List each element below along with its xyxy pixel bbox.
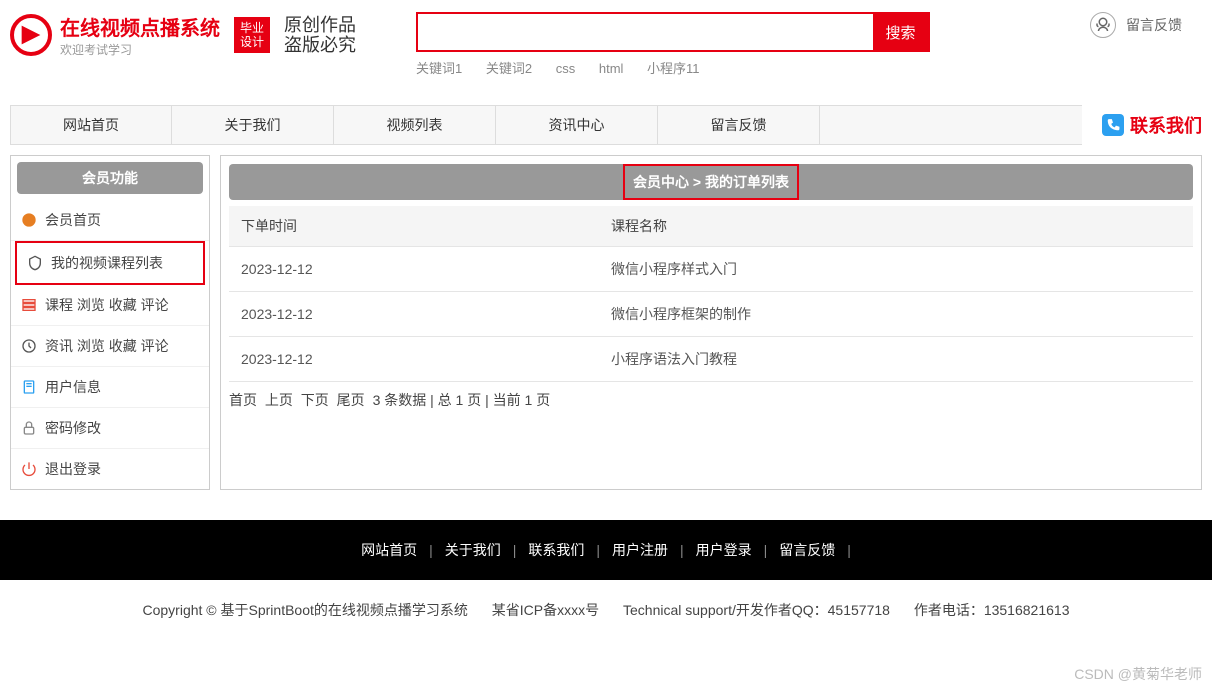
brush-line: 盗版必究 <box>284 35 356 55</box>
icp: 某省ICP备xxxx号 <box>492 602 599 618</box>
col-time: 下单时间 <box>229 206 599 247</box>
cell-name: 微信小程序框架的制作 <box>599 292 1193 337</box>
sidebar-item-3[interactable]: 资讯 浏览 收藏 评论 <box>11 326 209 367</box>
breadcrumb-page: 我的订单列表 <box>705 174 789 190</box>
badge: 毕业 设计 <box>234 17 270 53</box>
separator: | <box>423 542 439 558</box>
separator: | <box>674 542 690 558</box>
sidebar-item-0[interactable]: 会员首页 <box>11 200 209 241</box>
keyword-link[interactable]: css <box>556 61 576 76</box>
brush-line: 原创作品 <box>284 15 356 35</box>
keyword-link[interactable]: html <box>599 61 624 76</box>
sidebar-item-2[interactable]: 课程 浏览 收藏 评论 <box>11 285 209 326</box>
pager-info: 3 条数据 | 总 1 页 | 当前 1 页 <box>373 392 551 408</box>
pager-next[interactable]: 下页 <box>301 392 329 408</box>
shield-icon <box>27 255 43 271</box>
separator: | <box>758 542 774 558</box>
separator: | <box>841 542 857 558</box>
footer-link[interactable]: 用户登录 <box>690 542 758 558</box>
phone-icon <box>1102 114 1124 136</box>
order-table: 下单时间 课程名称 2023-12-12微信小程序样式入门2023-12-12微… <box>229 206 1193 382</box>
pager: 首页 上页 下页 尾页 3 条数据 | 总 1 页 | 当前 1 页 <box>229 382 1193 418</box>
copyright-text: Copyright © 基于SprintBoot的在线视频点播学习系统 <box>143 602 468 618</box>
sidebar-item-label: 用户信息 <box>45 377 101 397</box>
contact-us[interactable]: 联系我们 <box>1102 112 1202 138</box>
separator: | <box>590 542 606 558</box>
footer-link[interactable]: 用户注册 <box>606 542 674 558</box>
cell-name: 微信小程序样式入门 <box>599 247 1193 292</box>
separator: | <box>507 542 523 558</box>
breadcrumb: 会员中心 > 我的订单列表 <box>229 164 1193 200</box>
sidebar-item-label: 会员首页 <box>45 210 101 230</box>
tech-support: Technical support/开发作者QQ：45157718 <box>623 602 890 618</box>
sidebar-title: 会员功能 <box>17 162 203 194</box>
sidebar-item-1[interactable]: 我的视频课程列表 <box>15 241 205 285</box>
sidebar-item-6[interactable]: 退出登录 <box>11 449 209 489</box>
cell-time: 2023-12-12 <box>229 247 599 292</box>
footer-link[interactable]: 留言反馈 <box>773 542 841 558</box>
sidebar-item-4[interactable]: 用户信息 <box>11 367 209 408</box>
sidebar-item-label: 我的视频课程列表 <box>51 253 163 273</box>
sidebar-item-label: 课程 浏览 收藏 评论 <box>45 295 169 315</box>
pager-first[interactable]: 首页 <box>229 392 257 408</box>
table-row: 2023-12-12微信小程序框架的制作 <box>229 292 1193 337</box>
headset-icon <box>1090 12 1116 38</box>
site-title: 在线视频点播系统 <box>60 12 220 41</box>
nav-item-feedback[interactable]: 留言反馈 <box>658 106 820 144</box>
logo-block: 在线视频点播系统 欢迎考试学习 毕业 设计 原创作品 盗版必究 <box>10 12 356 58</box>
badge-line: 毕业 <box>240 21 264 35</box>
col-name: 课程名称 <box>599 206 1193 247</box>
search-area: 搜索 关键词1 关键词2 css html 小程序11 <box>416 12 930 77</box>
sidebar-item-5[interactable]: 密码修改 <box>11 408 209 449</box>
cell-time: 2023-12-12 <box>229 292 599 337</box>
header: 在线视频点播系统 欢迎考试学习 毕业 设计 原创作品 盗版必究 搜索 关键词1 … <box>0 0 1212 77</box>
keyword-link[interactable]: 关键词1 <box>416 61 462 76</box>
pager-prev[interactable]: 上页 <box>265 392 293 408</box>
footer-link[interactable]: 联系我们 <box>522 542 590 558</box>
breadcrumb-center[interactable]: 会员中心 <box>633 174 689 190</box>
badge-line: 设计 <box>240 35 264 49</box>
keyword-link[interactable]: 关键词2 <box>486 61 532 76</box>
lock-icon <box>21 420 37 436</box>
copyright: Copyright © 基于SprintBoot的在线视频点播学习系统 某省IC… <box>0 580 1212 640</box>
sidebar: 会员功能 会员首页我的视频课程列表课程 浏览 收藏 评论资讯 浏览 收藏 评论用… <box>10 155 210 490</box>
list-icon <box>21 297 37 313</box>
search-input[interactable] <box>418 14 873 50</box>
power-icon <box>21 461 37 477</box>
author-phone: 作者电话：13516821613 <box>914 602 1070 618</box>
clock-icon <box>21 338 37 354</box>
nav-item-about[interactable]: 关于我们 <box>172 106 334 144</box>
sidebar-item-label: 资讯 浏览 收藏 评论 <box>45 336 169 356</box>
home-icon <box>21 212 37 228</box>
keyword-link[interactable]: 小程序11 <box>647 61 700 76</box>
nav-item-videos[interactable]: 视频列表 <box>334 106 496 144</box>
pager-last[interactable]: 尾页 <box>337 392 365 408</box>
site-subtitle: 欢迎考试学习 <box>60 41 220 58</box>
sidebar-item-label: 密码修改 <box>45 418 101 438</box>
brush-text: 原创作品 盗版必究 <box>284 15 356 55</box>
keywords: 关键词1 关键词2 css html 小程序11 <box>416 58 930 77</box>
sidebar-item-label: 退出登录 <box>45 459 101 479</box>
body-wrap: 会员功能 会员首页我的视频课程列表课程 浏览 收藏 评论资讯 浏览 收藏 评论用… <box>0 145 1212 500</box>
user-icon <box>21 379 37 395</box>
feedback-label: 留言反馈 <box>1126 15 1182 35</box>
footer-link[interactable]: 关于我们 <box>439 542 507 558</box>
cell-name: 小程序语法入门教程 <box>599 337 1193 382</box>
main-nav: 网站首页 关于我们 视频列表 资讯中心 留言反馈 <box>10 105 1082 145</box>
breadcrumb-sep: > <box>693 174 701 190</box>
feedback-link[interactable]: 留言反馈 <box>1090 12 1182 38</box>
nav-item-home[interactable]: 网站首页 <box>10 106 172 144</box>
logo-icon <box>10 14 52 56</box>
search-button[interactable]: 搜索 <box>873 14 928 50</box>
table-row: 2023-12-12小程序语法入门教程 <box>229 337 1193 382</box>
cell-time: 2023-12-12 <box>229 337 599 382</box>
nav-item-news[interactable]: 资讯中心 <box>496 106 658 144</box>
footer-link[interactable]: 网站首页 <box>355 542 423 558</box>
footer-nav: 网站首页|关于我们|联系我们|用户注册|用户登录|留言反馈| <box>0 520 1212 580</box>
nav-wrap: 网站首页 关于我们 视频列表 资讯中心 留言反馈 联系我们 <box>0 105 1212 145</box>
contact-label: 联系我们 <box>1130 112 1202 138</box>
main-panel: 会员中心 > 我的订单列表 下单时间 课程名称 2023-12-12微信小程序样… <box>220 155 1202 490</box>
table-row: 2023-12-12微信小程序样式入门 <box>229 247 1193 292</box>
watermark: CSDN @黄菊华老师 <box>1074 664 1202 684</box>
